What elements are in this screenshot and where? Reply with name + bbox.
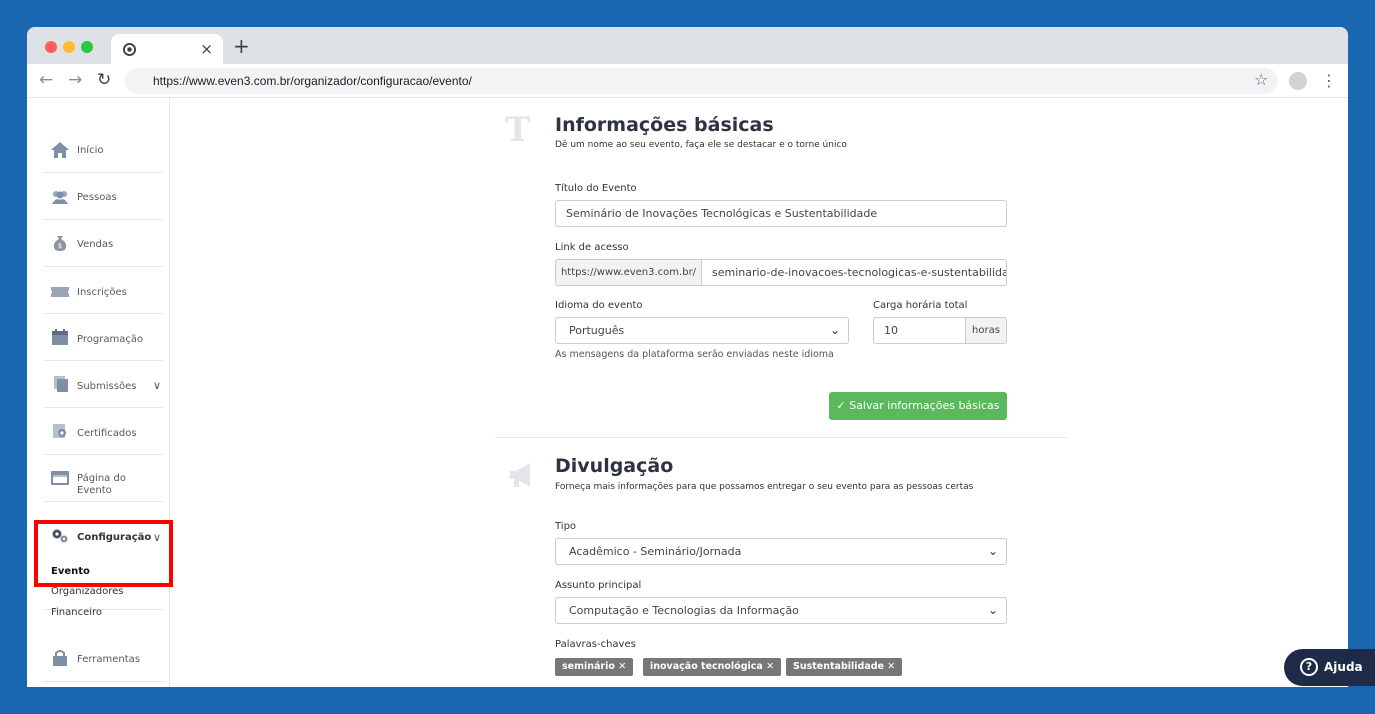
link-label: Link de acesso — [555, 242, 629, 253]
type-label: Tipo — [555, 521, 577, 532]
bookmark-star-icon[interactable]: ☆ — [1254, 70, 1268, 90]
section-title-promotion: Divulgação — [555, 455, 674, 477]
language-helper-text: As mensagens da plataforma serão enviada… — [555, 349, 834, 360]
maximize-window-button[interactable] — [81, 41, 93, 53]
event-title-input[interactable]: Seminário de Inovações Tecnológicas e Su… — [555, 200, 1007, 227]
sidebar: Início Pessoas $ Vendas Inscrições Progr… — [27, 98, 170, 687]
sidebar-subitem-organizadores[interactable]: Organizadores — [51, 586, 124, 597]
reload-icon[interactable]: ↻ — [97, 70, 111, 90]
sidebar-subitem-financeiro[interactable]: Financeiro — [51, 607, 102, 618]
save-basic-info-button[interactable]: ✓ Salvar informações básicas — [829, 392, 1007, 420]
chevron-down-icon: ⌄ — [829, 323, 840, 337]
sidebar-item-certificados[interactable]: Certificados — [44, 408, 163, 455]
people-icon — [52, 191, 68, 204]
sidebar-item-pessoas[interactable]: Pessoas — [44, 173, 163, 220]
sidebar-item-programacao[interactable]: Programação — [44, 314, 163, 361]
page-content: Início Pessoas $ Vendas Inscrições Progr… — [27, 98, 1348, 687]
workload-input[interactable]: 10 — [873, 317, 966, 344]
tab-close-icon[interactable]: × — [200, 40, 213, 58]
profile-avatar-icon[interactable] — [1289, 72, 1307, 90]
sidebar-item-pagina-do-evento[interactable]: Página do Evento — [44, 455, 163, 502]
section-divider — [495, 437, 1067, 438]
money-bag-icon: $ — [53, 236, 67, 251]
chevron-down-icon[interactable]: ∨ — [153, 379, 161, 392]
language-select[interactable]: Português ⌄ — [555, 317, 849, 344]
event-title-label: Título do Evento — [555, 183, 637, 194]
workload-label: Carga horária total — [873, 300, 968, 311]
close-window-button[interactable] — [45, 41, 57, 53]
tab-strip: × + — [27, 27, 1348, 64]
language-selected-value: Português — [569, 324, 625, 337]
section-subtitle-basic-info: Dê um nome ao seu evento, faça ele se de… — [555, 140, 847, 150]
link-slug-input[interactable]: seminario-de-inovacoes-tecnologicas-e-su… — [701, 259, 1007, 286]
address-bar[interactable]: https://www.even3.com.br/organizador/con… — [125, 68, 1278, 94]
browser-window: × + ← → ↻ https://www.even3.com.br/organ… — [27, 27, 1348, 687]
keyword-tag[interactable]: seminário ✕ — [555, 658, 634, 676]
keyword-tag[interactable]: Sustentabilidade ✕ — [786, 658, 903, 676]
sidebar-item-inicio[interactable]: Início — [44, 126, 163, 173]
type-selected-value: Acadêmico - Seminário/Jornada — [569, 545, 742, 558]
question-icon: ? — [1300, 658, 1318, 676]
help-label: Ajuda — [1324, 660, 1363, 674]
back-icon[interactable]: ← — [39, 70, 53, 90]
forward-icon[interactable]: → — [68, 70, 82, 90]
calendar-icon — [52, 329, 68, 345]
section-title-basic-info: Informações básicas — [555, 114, 774, 136]
section-subtitle-promotion: Forneça mais informações para que possam… — [555, 482, 974, 492]
bag-icon — [53, 650, 67, 666]
minimize-window-button[interactable] — [63, 41, 75, 53]
url-text: https://www.even3.com.br/organizador/con… — [153, 74, 472, 88]
new-tab-button[interactable]: + — [233, 36, 250, 56]
page-icon — [51, 471, 69, 485]
keywords-label: Palavras-chaves — [555, 639, 636, 650]
chevron-down-icon: ⌄ — [987, 603, 998, 617]
ticket-icon — [51, 287, 69, 297]
megaphone-icon — [510, 463, 530, 487]
highlight-box — [34, 520, 173, 587]
keyword-tag[interactable]: inovação tecnológica ✕ — [643, 658, 782, 676]
subject-select[interactable]: Computação e Tecnologias da Informação ⌄ — [555, 597, 1007, 624]
text-type-icon: T — [505, 110, 531, 150]
sidebar-item-inscricoes[interactable]: Inscrições — [44, 267, 163, 314]
link-prefix: https://www.even3.com.br/ — [555, 259, 702, 286]
subject-selected-value: Computação e Tecnologias da Informação — [569, 604, 799, 617]
browser-toolbar: ← → ↻ https://www.even3.com.br/organizad… — [27, 64, 1348, 98]
subject-label: Assunto principal — [555, 580, 642, 591]
sidebar-item-ferramentas[interactable]: Ferramentas — [44, 636, 163, 682]
documents-icon — [54, 376, 68, 392]
certificate-icon — [53, 424, 66, 438]
chevron-down-icon: ⌄ — [987, 544, 998, 558]
home-icon — [51, 142, 69, 158]
main-panel: T Informações básicas Dê um nome ao seu … — [170, 98, 1348, 687]
svg-text:$: $ — [58, 242, 62, 250]
workload-unit: horas — [965, 317, 1007, 344]
sidebar-item-vendas[interactable]: $ Vendas — [44, 220, 163, 267]
language-label: Idioma do evento — [555, 300, 643, 311]
menu-kebab-icon[interactable]: ⋮ — [1321, 71, 1337, 91]
chrome-icon — [123, 43, 136, 56]
browser-tab[interactable]: × — [111, 34, 223, 64]
sidebar-item-submissoes[interactable]: Submissões ∨ — [44, 361, 163, 408]
type-select[interactable]: Acadêmico - Seminário/Jornada ⌄ — [555, 538, 1007, 565]
help-button[interactable]: ? Ajuda — [1284, 649, 1375, 686]
